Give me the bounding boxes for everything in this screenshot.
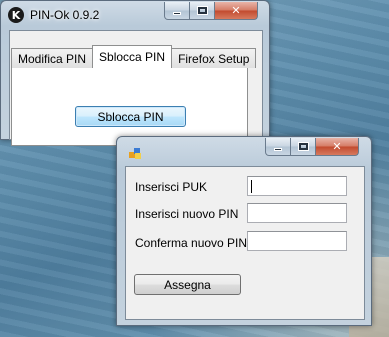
maximize-icon <box>297 142 309 151</box>
minimize-icon <box>274 147 282 151</box>
dialog-close-button[interactable]: ✕ <box>316 138 359 156</box>
tab-sblocca-pin[interactable]: Sblocca PIN <box>92 45 173 68</box>
window-title: PIN-Ok 0.9.2 <box>30 8 100 22</box>
close-button[interactable]: ✕ <box>215 2 258 20</box>
tab-modifica-pin[interactable]: Modifica PIN <box>11 48 94 68</box>
tab-strip: Modifica PIN Sblocca PIN Firefox Setup <box>11 45 257 68</box>
maximize-button[interactable] <box>190 2 215 20</box>
dialog-caption-buttons: ✕ <box>265 138 359 156</box>
minimize-button[interactable] <box>164 2 190 20</box>
tab-firefox-setup[interactable]: Firefox Setup <box>171 48 257 68</box>
dialog-minimize-button[interactable] <box>265 138 291 156</box>
pin-dialog-window: ✕ <box>116 136 372 326</box>
minimize-icon <box>173 11 181 15</box>
dialog-client-area <box>125 166 365 320</box>
app-logo-icon: K <box>8 7 24 23</box>
close-icon: ✕ <box>231 5 241 17</box>
sblocca-pin-button[interactable]: Sblocca PIN <box>75 106 186 127</box>
form-icon <box>129 146 143 160</box>
close-icon: ✕ <box>332 141 342 153</box>
dialog-maximize-button[interactable] <box>291 138 316 156</box>
maximize-icon <box>196 6 208 15</box>
main-caption-buttons: ✕ <box>164 2 258 20</box>
